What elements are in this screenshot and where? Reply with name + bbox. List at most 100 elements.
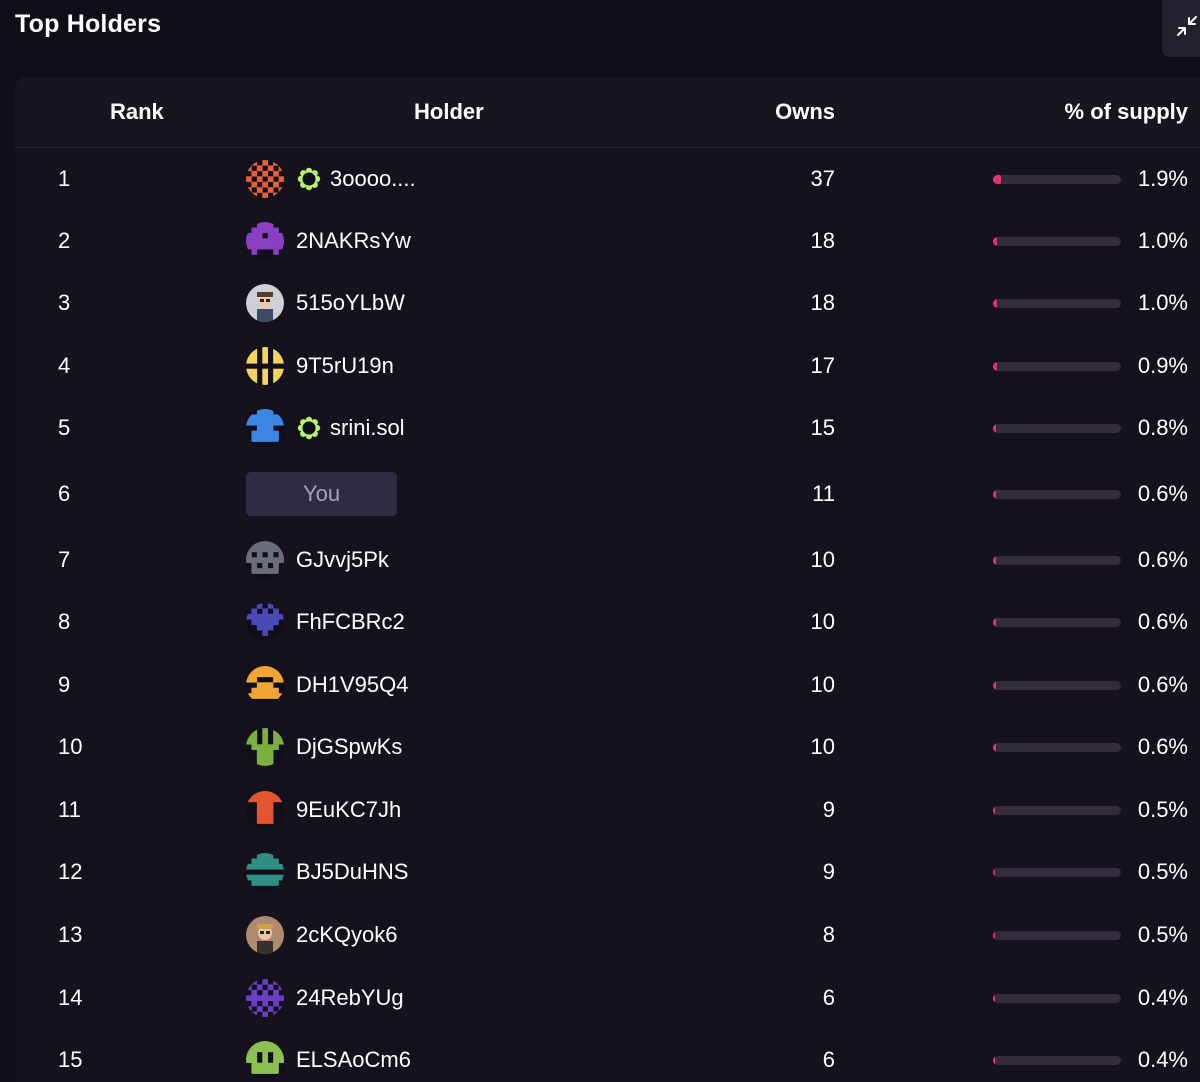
holder-name-link[interactable]: srini.sol [330, 415, 405, 441]
rank-cell: 9 [58, 672, 71, 697]
table-row[interactable]: 6 You 11 0.6% [15, 463, 1200, 525]
supply-progress-bar [993, 993, 1121, 1003]
owns-cell: 6 [822, 985, 835, 1010]
supply-progress-bar [993, 555, 1121, 565]
supply-progress-fill [993, 555, 996, 565]
owns-cell: 10 [810, 547, 835, 572]
holder-name-link[interactable]: BJ5DuHNS [296, 859, 408, 885]
column-header-holder[interactable]: Holder [414, 99, 484, 125]
owns-cell: 6 [822, 1047, 835, 1072]
supply-progress-bar [993, 174, 1121, 184]
table-row[interactable]: 7 GJvvj5Pk 10 0.6% [15, 529, 1200, 591]
supply-pct-cell: 0.6% [975, 716, 1188, 778]
table-row[interactable]: 2 2NAKRsYw 18 1.0% [15, 210, 1200, 272]
supply-progress-fill [993, 1055, 995, 1065]
supply-pct-value: 0.6% [1137, 672, 1188, 697]
supply-progress-bar [993, 617, 1121, 627]
table-row[interactable]: 13 2cKQyok6 8 0.5% [15, 904, 1200, 966]
holder-avatar[interactable] [246, 222, 284, 260]
rank-cell: 12 [58, 859, 83, 884]
you-badge[interactable]: You [246, 472, 397, 516]
supply-pct-cell: 0.5% [975, 904, 1188, 966]
table-row[interactable]: 1 3oooo.... 37 1.9% [15, 148, 1200, 210]
table-row[interactable]: 9 DH1V95Q4 10 0.6% [15, 654, 1200, 716]
table-row[interactable]: 12 BJ5DuHNS 9 0.5% [15, 841, 1200, 903]
table-row[interactable]: 10 DjGSpwKs 10 0.6% [15, 716, 1200, 778]
holder-name-link[interactable]: 9T5rU19n [296, 353, 394, 379]
supply-pct-value: 0.5% [1137, 797, 1188, 822]
holder-name-link[interactable]: 2NAKRsYw [296, 228, 411, 254]
column-header-owns[interactable]: Owns [735, 99, 835, 125]
column-header-pct-supply[interactable]: % of supply [1015, 99, 1188, 125]
supply-progress-bar [993, 489, 1121, 499]
supply-pct-cell: 0.5% [975, 841, 1188, 903]
owns-cell: 15 [810, 415, 835, 440]
supply-pct-value: 0.8% [1137, 415, 1188, 440]
rank-cell: 13 [58, 922, 83, 947]
supply-pct-cell: 0.6% [975, 529, 1188, 591]
supply-progress-bar [993, 680, 1121, 690]
holder-avatar[interactable] [246, 541, 284, 579]
rank-cell: 10 [58, 734, 83, 759]
holder-cell: 515oYLbW [246, 272, 405, 334]
holder-cell: 2NAKRsYw [246, 210, 411, 272]
rank-cell: 7 [58, 547, 71, 572]
rank-cell: 1 [58, 166, 71, 191]
holder-avatar[interactable] [246, 853, 284, 891]
column-header-rank[interactable]: Rank [110, 99, 164, 125]
holders-table: Rank Holder Owns % of supply 1 3oooo....… [15, 77, 1200, 1082]
table-row[interactable]: 8 FhFCBRc2 10 0.6% [15, 591, 1200, 653]
collapse-icon [1175, 14, 1199, 43]
holder-avatar[interactable] [246, 409, 284, 447]
holder-name-link[interactable]: GJvvj5Pk [296, 547, 389, 573]
rank-cell: 15 [58, 1047, 83, 1072]
holder-name-link[interactable]: 2cKQyok6 [296, 922, 398, 948]
supply-progress-bar [993, 298, 1121, 308]
holder-cell: 9T5rU19n [246, 335, 394, 397]
holder-name-link[interactable]: 3oooo.... [330, 166, 416, 192]
holder-name-link[interactable]: 515oYLbW [296, 290, 405, 316]
table-header: Rank Holder Owns % of supply [15, 77, 1200, 148]
table-row[interactable]: 5 srini.sol 15 0.8% [15, 397, 1200, 459]
holder-name-link[interactable]: FhFCBRc2 [296, 609, 405, 635]
supply-pct-cell: 0.8% [975, 397, 1188, 459]
supply-progress-fill [993, 174, 1002, 184]
holder-cell: GJvvj5Pk [246, 529, 389, 591]
holder-name-link[interactable]: 9EuKC7Jh [296, 797, 401, 823]
holder-avatar[interactable] [246, 791, 284, 829]
table-row[interactable]: 4 9T5rU19n 17 0.9% [15, 335, 1200, 397]
table-row[interactable]: 11 9EuKC7Jh 9 0.5% [15, 779, 1200, 841]
holder-name-link[interactable]: 24RebYUg [296, 985, 404, 1011]
supply-progress-bar [993, 236, 1121, 246]
table-row[interactable]: 3 515oYLbW 18 1.0% [15, 272, 1200, 334]
holder-name-link[interactable]: DH1V95Q4 [296, 672, 409, 698]
supply-pct-value: 1.0% [1137, 290, 1188, 315]
supply-pct-cell: 0.6% [975, 463, 1188, 525]
rank-cell: 6 [58, 481, 71, 506]
supply-progress-fill [993, 742, 996, 752]
table-row[interactable]: 15 ELSAoCm6 6 0.4% [15, 1029, 1200, 1082]
holder-cell: 9EuKC7Jh [246, 779, 401, 841]
holder-name-link[interactable]: DjGSpwKs [296, 734, 402, 760]
holder-cell: DjGSpwKs [246, 716, 402, 778]
owns-cell: 10 [810, 609, 835, 634]
collapse-button[interactable] [1162, 0, 1200, 57]
holder-cell: srini.sol [246, 397, 405, 459]
owns-cell: 10 [810, 734, 835, 759]
holder-avatar[interactable] [246, 979, 284, 1017]
holder-avatar[interactable] [246, 728, 284, 766]
holder-avatar[interactable] [246, 603, 284, 641]
holder-avatar[interactable] [246, 347, 284, 385]
supply-progress-bar [993, 742, 1121, 752]
rank-cell: 5 [58, 415, 71, 440]
supply-progress-bar [993, 1055, 1121, 1065]
rank-cell: 2 [58, 228, 71, 253]
table-row[interactable]: 14 24RebYUg 6 0.4% [15, 967, 1200, 1029]
holder-avatar[interactable] [246, 666, 284, 704]
holder-avatar[interactable] [246, 916, 284, 954]
holder-name-link[interactable]: ELSAoCm6 [296, 1047, 411, 1073]
holder-avatar[interactable] [246, 1041, 284, 1079]
holder-cell: DH1V95Q4 [246, 654, 409, 716]
holder-avatar[interactable] [246, 160, 284, 198]
holder-avatar[interactable] [246, 284, 284, 322]
